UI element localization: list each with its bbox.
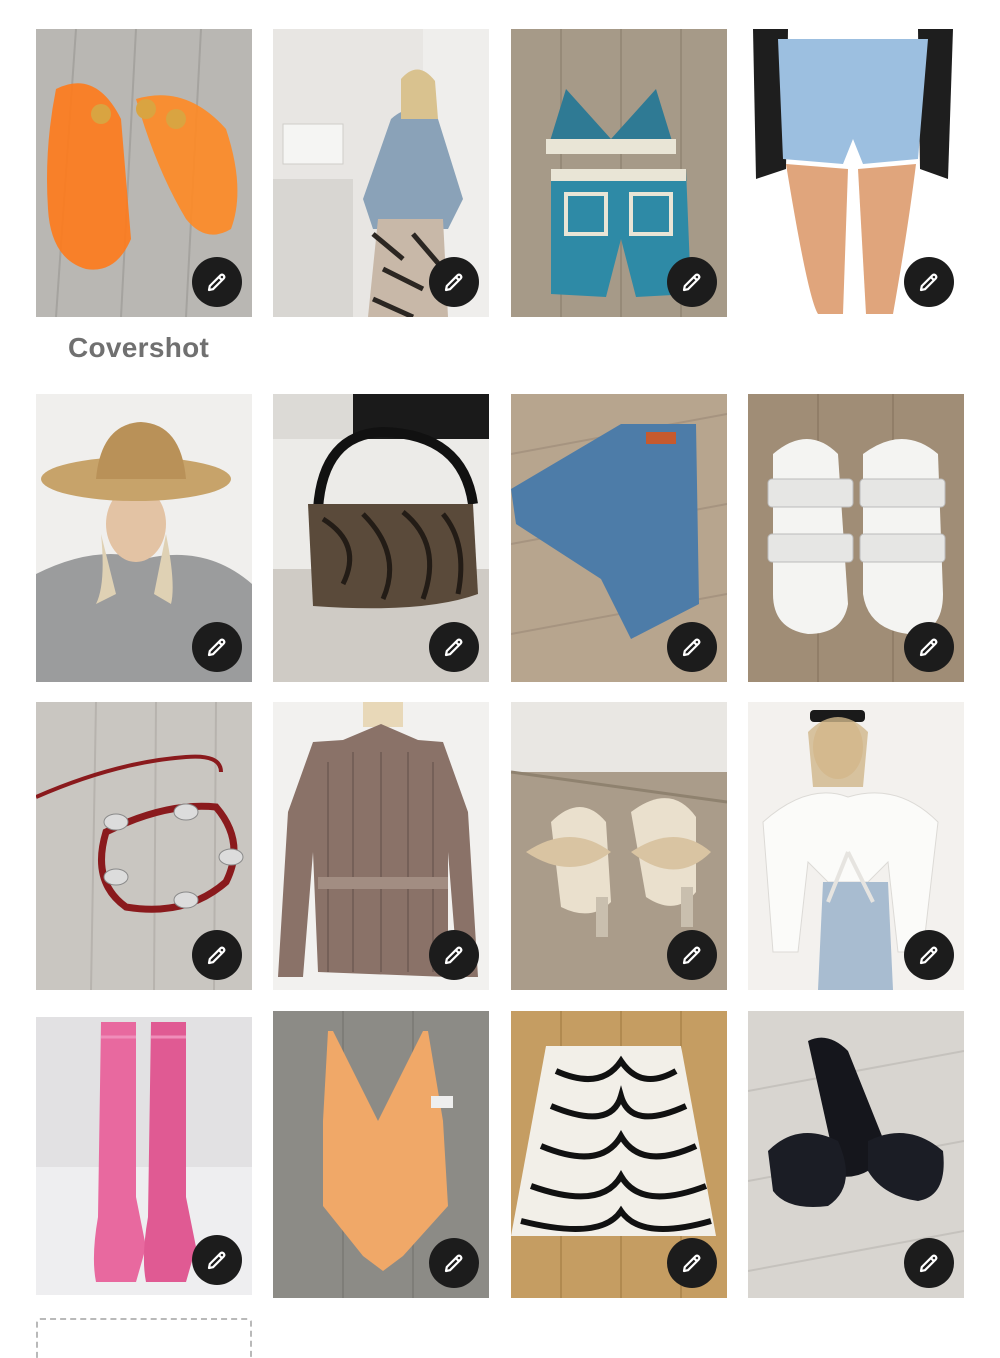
edit-button[interactable]: [192, 622, 242, 672]
edit-button[interactable]: [192, 930, 242, 980]
listing-photo-zebra-shoulder-bag[interactable]: [273, 394, 489, 682]
pencil-icon: [919, 1254, 938, 1273]
pencil-icon: [682, 1254, 701, 1273]
pencil-icon: [444, 1254, 463, 1273]
pencil-icon: [207, 638, 226, 657]
listing-photo-zebra-print-skirt[interactable]: [511, 1011, 727, 1298]
pencil-icon: [919, 638, 938, 657]
edit-button[interactable]: [667, 1238, 717, 1288]
pencil-icon: [444, 946, 463, 965]
pencil-icon: [444, 273, 463, 292]
edit-button[interactable]: [429, 622, 479, 672]
listing-photo-straw-hat-sweatshirt[interactable]: [36, 394, 252, 682]
listing-photo-orange-jelly-sandals[interactable]: [36, 29, 252, 317]
listing-photo-white-eyelet-tie-top[interactable]: [748, 702, 964, 990]
edit-button[interactable]: [429, 257, 479, 307]
pencil-icon: [207, 1251, 226, 1270]
listing-photo-peach-swimsuit[interactable]: [273, 1011, 489, 1298]
pencil-icon: [682, 638, 701, 657]
listing-photo-blue-crochet-set[interactable]: [511, 29, 727, 317]
pencil-icon: [919, 946, 938, 965]
pencil-icon: [207, 273, 226, 292]
edit-button[interactable]: [429, 930, 479, 980]
edit-button[interactable]: [904, 257, 954, 307]
edit-button[interactable]: [667, 930, 717, 980]
listing-photo-pink-rain-boots[interactable]: [36, 1017, 252, 1295]
pencil-icon: [444, 638, 463, 657]
edit-button[interactable]: [192, 1235, 242, 1285]
edit-button[interactable]: [904, 1238, 954, 1288]
pencil-icon: [682, 273, 701, 292]
edit-button[interactable]: [667, 622, 717, 672]
add-photo-slot[interactable]: [36, 1318, 252, 1358]
listing-photo-white-buckle-slides[interactable]: [748, 394, 964, 682]
listing-photo-denim-jacket-outfit[interactable]: [273, 29, 489, 317]
pencil-icon: [919, 273, 938, 292]
edit-button[interactable]: [667, 257, 717, 307]
listing-photo-levis-jeans[interactable]: [511, 394, 727, 682]
edit-button[interactable]: [429, 1238, 479, 1288]
pencil-icon: [207, 946, 226, 965]
pencil-icon: [682, 946, 701, 965]
listing-photo-black-bow-slides[interactable]: [748, 1011, 964, 1298]
edit-button[interactable]: [904, 622, 954, 672]
covershot-label: Covershot: [68, 332, 210, 363]
edit-button[interactable]: [192, 257, 242, 307]
listing-photo-red-concho-belt[interactable]: [36, 702, 252, 990]
listing-photo-pleated-wrap-top[interactable]: [273, 702, 489, 990]
listing-photo-bow-heeled-sandals[interactable]: [511, 702, 727, 990]
listing-photo-denim-shorts[interactable]: [748, 29, 964, 317]
edit-button[interactable]: [904, 930, 954, 980]
